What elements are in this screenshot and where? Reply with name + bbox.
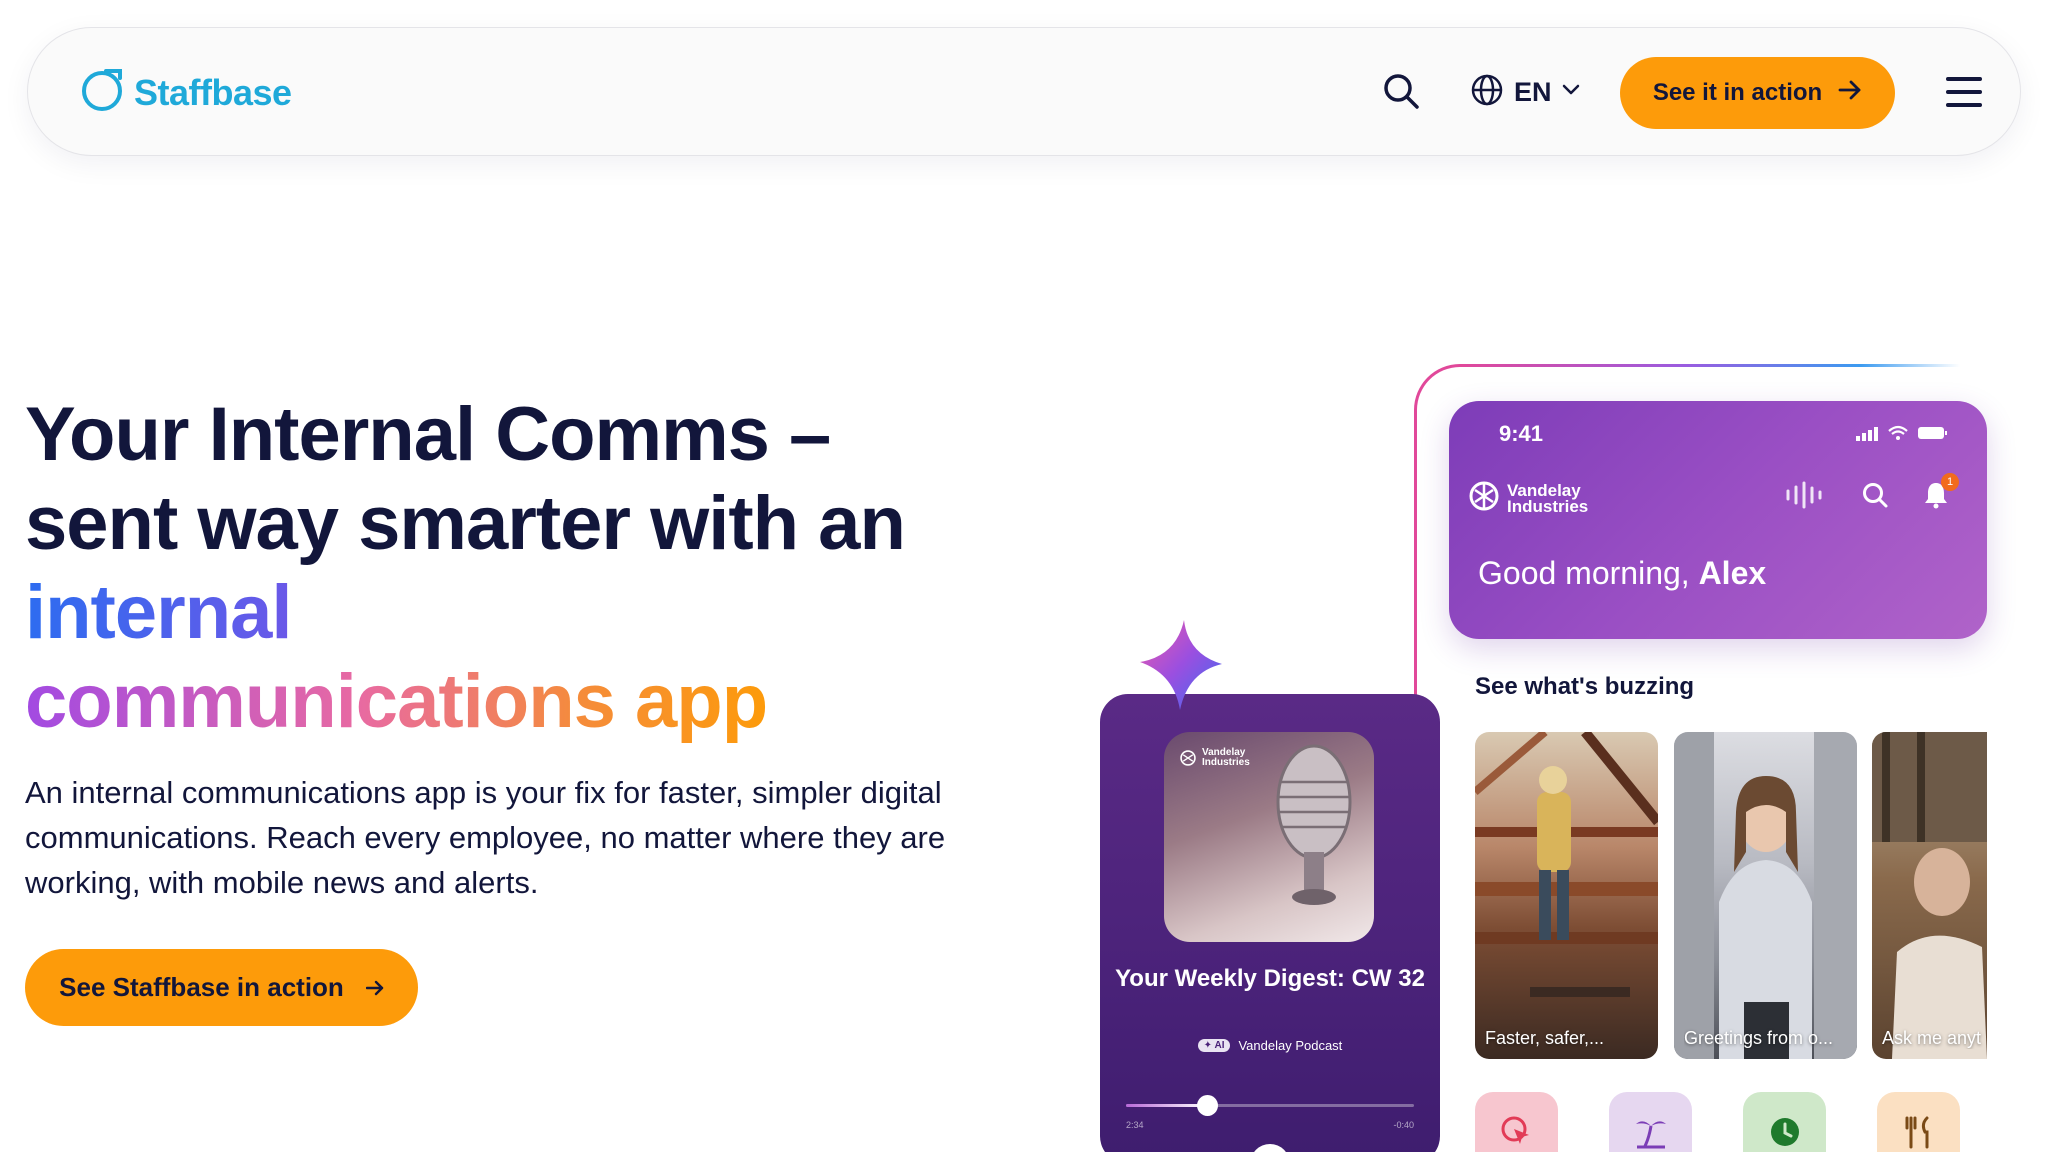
headline-highlight-app: communications app [25, 659, 768, 744]
battery-icon [1918, 427, 1947, 439]
greeting-name: Alex [1698, 555, 1767, 591]
section-title: See what's buzzing [1475, 673, 1695, 700]
globe-icon [1470, 73, 1504, 112]
app-header-actions: 1 [1785, 473, 1959, 514]
podcast-artwork: Vandelay Industries [1164, 732, 1374, 942]
language-code: EN [1514, 76, 1552, 107]
news-cards: Faster, safer,... Greetings from o... As… [1475, 732, 1987, 1060]
office-person-image [1872, 732, 1987, 1059]
shortcut-click-tile[interactable] [1475, 1092, 1558, 1152]
language-selector[interactable]: EN [1470, 70, 1580, 114]
podcast-meta: ✦ AI Vandelay Podcast [1100, 1038, 1440, 1053]
palm-tree-icon [1635, 1121, 1666, 1149]
podcast-time-remaining: -0:40 [1393, 1120, 1414, 1130]
search-icon[interactable] [1861, 481, 1889, 514]
hero-description: An internal communications app is your f… [25, 775, 946, 900]
hamburger-menu-icon[interactable] [1944, 74, 1984, 110]
app-brand: Vandelay Industries [1469, 481, 1597, 516]
see-staffbase-in-action-button[interactable]: See Staffbase in action [25, 949, 418, 1026]
shortcut-food-tile[interactable] [1877, 1092, 1960, 1152]
arrow-right-icon [365, 972, 384, 1003]
podcast-time-elapsed: 2:34 [1126, 1120, 1144, 1130]
staffbase-logo-icon [80, 68, 124, 117]
app-header-mockup: 9:41 Vandelay Industries 1 Good morning,… [1449, 401, 1987, 639]
cta-label: See it in action [1652, 79, 1823, 106]
podcast-player-card[interactable]: Vandelay Industries Your Weekly Digest: … [1100, 694, 1440, 1152]
podcast-source: Vandelay Podcast [1238, 1038, 1343, 1053]
status-bar-icons [1855, 425, 1949, 441]
ai-badge: ✦ AI [1197, 1039, 1231, 1052]
search-icon[interactable] [1380, 70, 1424, 114]
signal-icon [1856, 427, 1878, 441]
clock-icon [1770, 1118, 1799, 1146]
chevron-down-icon [1562, 83, 1580, 101]
card-caption: Greetings from o... [1684, 1028, 1834, 1048]
greeting-text: Good morning, [1478, 555, 1699, 591]
notification-badge: 1 [1941, 473, 1959, 491]
app-brand-name: Vandelay Industries [1507, 480, 1589, 516]
person-portrait-image [1674, 732, 1857, 1059]
card-caption: Ask me anyt [1882, 1028, 1982, 1048]
news-card[interactable]: Ask me anyt [1872, 732, 1987, 1059]
greeting: Good morning, Alex [1478, 555, 1766, 592]
vandelay-logo-icon [1469, 481, 1499, 516]
headline-text: Your Internal Comms – sent way smarter w… [25, 392, 906, 566]
cta-main-label: See Staffbase in action [59, 972, 344, 1002]
cursor-click-icon [1501, 1116, 1529, 1144]
podcast-progress-knob[interactable] [1196, 1095, 1218, 1116]
decorative-frame-side [1414, 410, 1417, 700]
play-button[interactable] [1250, 1144, 1290, 1152]
news-card[interactable]: Faster, safer,... [1475, 732, 1658, 1059]
shortcut-tiles [1475, 1092, 1960, 1152]
ai-badge-label: AI [1214, 1040, 1225, 1051]
see-it-in-action-button[interactable]: See it in action [1620, 57, 1895, 129]
podcast-title: Your Weekly Digest: CW 32 [1115, 965, 1425, 992]
decorative-frame-corner [1414, 364, 1464, 414]
status-bar-time: 9:41 [1499, 421, 1544, 446]
podcast-progress-track[interactable] [1126, 1095, 1414, 1116]
podcast-art-brand: Vandelay Industries [1180, 748, 1262, 768]
ai-sparkle-icon [1140, 620, 1222, 710]
news-card[interactable]: Greetings from o... [1674, 732, 1857, 1059]
staffbase-logo[interactable]: Staffbase [80, 68, 292, 117]
arrow-right-icon [1838, 79, 1862, 107]
podcast-progress-fill [1126, 1104, 1207, 1107]
decorative-frame-line [1460, 364, 1960, 367]
construction-worker-image [1475, 732, 1658, 997]
notification-bell-icon[interactable]: 1 [1923, 473, 1959, 514]
podcast-art-brand-name: Vandelay Industries [1202, 747, 1250, 768]
fork-knife-icon [1905, 1116, 1928, 1149]
wifi-icon [1888, 425, 1908, 440]
shortcut-vacation-tile[interactable] [1609, 1092, 1692, 1152]
card-caption: Faster, safer,... [1485, 1028, 1605, 1048]
logo-wordmark: Staffbase [134, 71, 292, 113]
site-header: Staffbase EN See it in action [27, 27, 2021, 156]
headline-highlight-internal: internal [25, 570, 292, 655]
hero-headline: Your Internal Comms – sent way smarter w… [25, 390, 985, 746]
shortcut-time-tile[interactable] [1743, 1092, 1826, 1152]
audio-waveform-icon[interactable] [1785, 481, 1827, 514]
